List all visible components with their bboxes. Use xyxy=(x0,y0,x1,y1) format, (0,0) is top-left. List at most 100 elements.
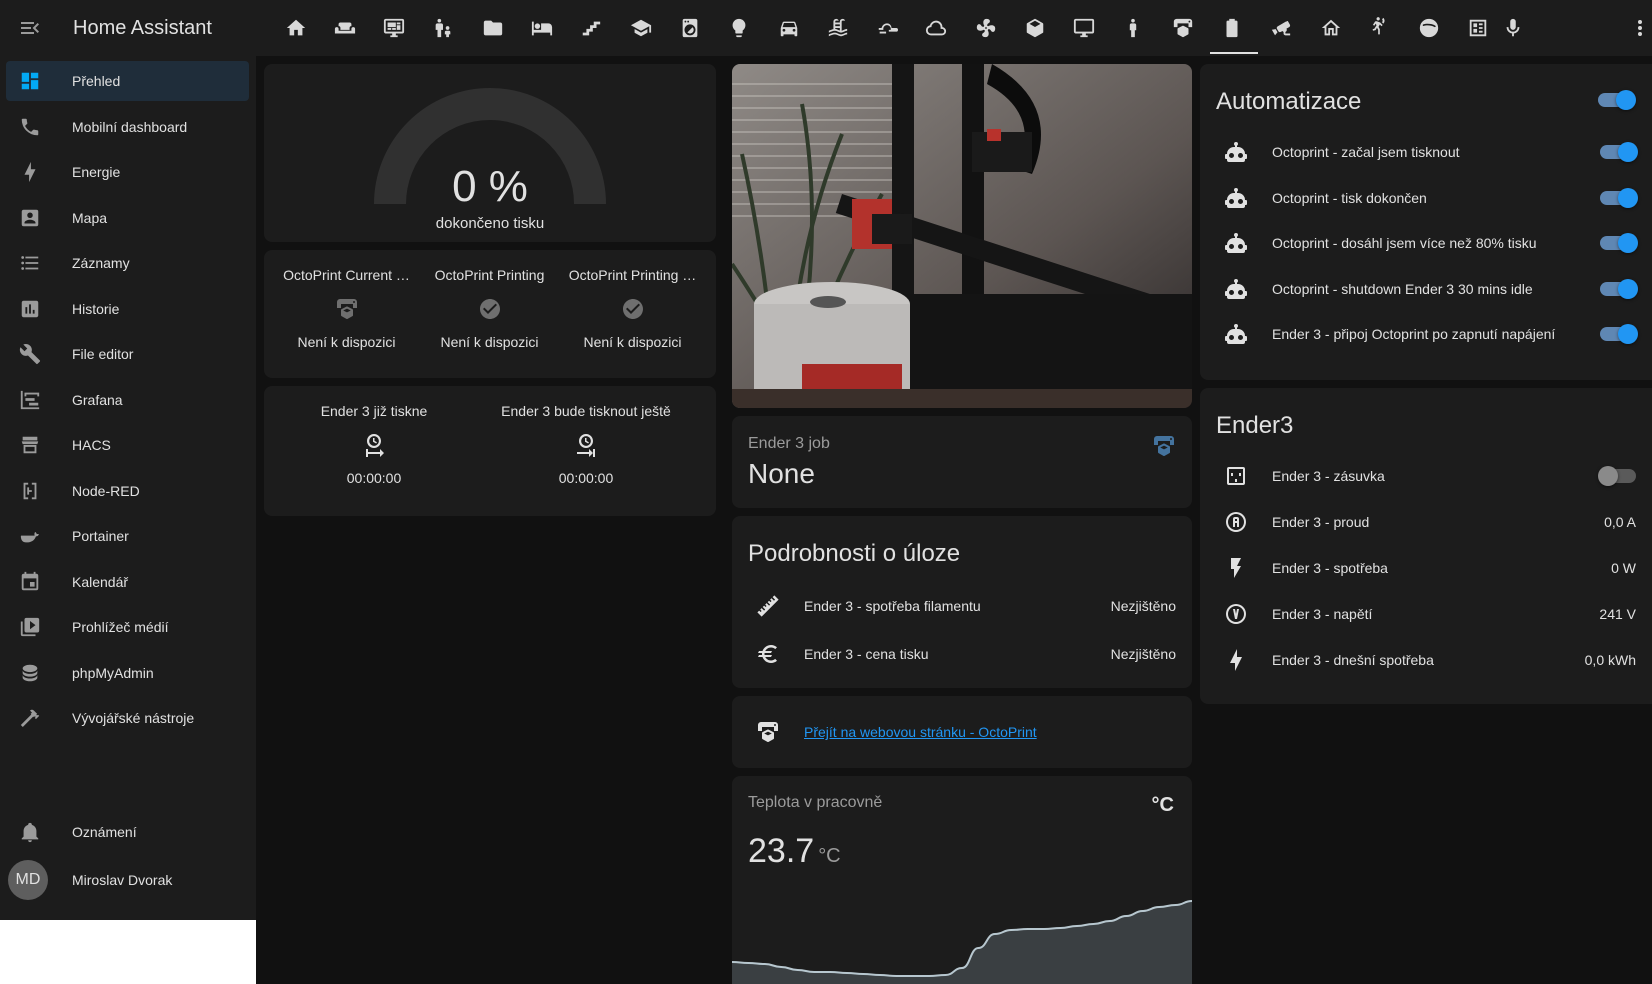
entity-row-power[interactable]: Ender 3 - spotřeba 0 W xyxy=(1216,548,1636,588)
sidebar-item-mobilni-dashboard[interactable]: Mobilní dashboard xyxy=(6,107,249,147)
glance-item-state: Není k dispozici xyxy=(583,334,682,350)
glance-item-octoprint-printing[interactable]: OctoPrint Printing Není k dispozici xyxy=(418,250,561,350)
cloud-icon[interactable] xyxy=(924,16,948,40)
entity-row-current[interactable]: Ender 3 - proud 0,0 A xyxy=(1216,502,1636,542)
entity-row-power-socket[interactable]: Ender 3 - zásuvka xyxy=(1216,456,1636,496)
stairs-icon[interactable] xyxy=(579,16,603,40)
human-male-child-icon[interactable] xyxy=(431,16,455,40)
automation-toggle[interactable] xyxy=(1600,233,1638,253)
sofa-icon[interactable] xyxy=(333,16,357,40)
sensor-unit: °C xyxy=(818,845,841,867)
sidebar-item-vyvojarske-nastroje[interactable]: Vývojářské nástroje xyxy=(6,698,249,738)
menu-icon[interactable] xyxy=(18,16,42,40)
automation-toggle[interactable] xyxy=(1600,324,1638,344)
washing-machine-icon[interactable] xyxy=(678,16,702,40)
printer-3d-icon[interactable] xyxy=(1171,16,1195,40)
human-icon[interactable] xyxy=(1121,16,1145,40)
automation-row[interactable]: Octoprint - začal jsem tisknout xyxy=(1216,132,1638,172)
microphone-icon[interactable] xyxy=(1501,16,1525,40)
sidebar-item-grafana[interactable]: Grafana xyxy=(6,380,249,420)
robot-icon xyxy=(1216,132,1256,172)
job-entity-card[interactable]: Ender 3 job None xyxy=(732,416,1192,508)
automation-row[interactable]: Octoprint - tisk dokončen xyxy=(1216,178,1638,218)
air-conditioner-icon[interactable] xyxy=(974,16,998,40)
gauge-label: dokončeno tisku xyxy=(435,215,545,232)
entity-name: Ender 3 - cena tisku xyxy=(804,646,929,662)
more-vertical-icon[interactable] xyxy=(1628,16,1652,40)
entity-row-voltage[interactable]: Ender 3 - napětí 241 V xyxy=(1216,594,1636,634)
sidebar-item-hacs[interactable]: HACS xyxy=(6,425,249,465)
sidebar-item-historie[interactable]: Historie xyxy=(6,289,249,329)
glance-item-name: Ender 3 bude tisknout ještě xyxy=(501,403,671,419)
printer-3d-icon xyxy=(335,297,359,321)
sidebar-item-label: Prohlížeč médií xyxy=(72,619,169,635)
power-socket-toggle[interactable] xyxy=(1598,466,1636,486)
sidebar-item-file-editor[interactable]: File editor xyxy=(6,334,249,374)
automation-toggle[interactable] xyxy=(1600,142,1638,162)
sidebar-item-phpmyadmin[interactable]: phpMyAdmin xyxy=(6,653,249,693)
sensor-title: Teplota v pracovně xyxy=(748,794,883,811)
sidebar-item-node-red[interactable]: Node-RED xyxy=(6,471,249,511)
octoprint-weblink[interactable]: Přejít na webovou stránku - OctoPrint xyxy=(804,724,1037,740)
printer-camera-card[interactable] xyxy=(732,64,1192,408)
smart-meter-icon[interactable] xyxy=(1466,16,1490,40)
folder-icon[interactable] xyxy=(481,16,505,40)
entity-name: Ender 3 - spotřeba xyxy=(1272,560,1388,576)
sidebar-item-user[interactable]: MD Miroslav Dvorak xyxy=(6,860,249,900)
monitor-dashboard-icon[interactable] xyxy=(382,16,406,40)
cctv-icon[interactable] xyxy=(1269,16,1293,40)
list-icon xyxy=(18,251,42,275)
car-icon[interactable] xyxy=(777,16,801,40)
entity-row-daily-energy[interactable]: Ender 3 - dnešní spotřeba 0,0 kWh xyxy=(1216,640,1636,680)
cube-icon[interactable] xyxy=(1023,16,1047,40)
glance-item-state: Není k dispozici xyxy=(297,334,396,350)
glance-item-octoprint-printing-2[interactable]: OctoPrint Printing … Není k dispozici xyxy=(561,250,704,350)
school-icon[interactable] xyxy=(629,16,653,40)
sidebar-item-mapa[interactable]: Mapa xyxy=(6,198,249,238)
home-roof-icon[interactable] xyxy=(1319,16,1343,40)
card-title: Ender3 xyxy=(1216,412,1294,439)
entity-state: Nezjištěno xyxy=(1110,598,1176,614)
automation-row[interactable]: Ender 3 - připoj Octoprint po zapnutí na… xyxy=(1216,314,1638,354)
sidebar: Home Assistant Přehled Mobilní dashboard… xyxy=(0,0,256,984)
automation-row[interactable]: Octoprint - shutdown Ender 3 30 mins idl… xyxy=(1216,269,1638,309)
automation-toggle[interactable] xyxy=(1600,187,1638,208)
home-icon[interactable] xyxy=(284,16,308,40)
glance-item-octoprint-current[interactable]: OctoPrint Current … Není k dispozici xyxy=(275,250,418,350)
sidebar-item-energie[interactable]: Energie xyxy=(6,152,249,192)
bed-icon[interactable] xyxy=(530,16,554,40)
automation-toggle[interactable] xyxy=(1600,278,1638,299)
sidebar-item-label: Přehled xyxy=(72,73,121,89)
sitemap-icon xyxy=(18,479,42,503)
automations-header-toggle[interactable] xyxy=(1598,90,1636,110)
desk-icon[interactable] xyxy=(1072,16,1096,40)
gauge-value: 0 % xyxy=(452,162,528,211)
spotify-icon[interactable] xyxy=(1417,16,1441,40)
weblink-row[interactable]: Přejít na webovou stránku - OctoPrint xyxy=(748,712,1176,752)
lightbulb-icon[interactable] xyxy=(727,16,751,40)
sidebar-item-prohlizec-medii[interactable]: Prohlížeč médií xyxy=(6,607,249,647)
battery-icon[interactable] xyxy=(1220,16,1244,40)
glance-item-state: 00:00:00 xyxy=(346,470,402,486)
glance-item-print-remaining[interactable]: Ender 3 bude tisknout ještě 00:00:00 xyxy=(486,386,686,486)
entity-name: Ender 3 - připoj Octoprint po zapnutí na… xyxy=(1272,326,1556,342)
printer-3d-icon xyxy=(1152,434,1176,458)
automation-row[interactable]: Octoprint - dosáhl jsem více než 80% tis… xyxy=(1216,223,1638,263)
sidebar-item-oznameni[interactable]: Oznámení xyxy=(6,812,249,852)
sidebar-item-portainer[interactable]: Portainer xyxy=(6,516,249,556)
pool-icon[interactable] xyxy=(826,16,850,40)
motion-sensor-icon[interactable] xyxy=(1368,16,1392,40)
alpha-v-circle-icon xyxy=(1216,594,1256,634)
temperature-sensor-card[interactable]: Teplota v pracovně °C 23.7 °C xyxy=(732,776,1192,984)
glance-item-print-elapsed[interactable]: Ender 3 již tiskne 00:00:00 xyxy=(274,386,474,486)
robot-icon xyxy=(1216,269,1256,309)
view-tabs-toolbar xyxy=(256,0,1652,56)
print-progress-gauge-card[interactable]: 0 % dokončeno tisku xyxy=(264,64,716,242)
entity-row-filament[interactable]: Ender 3 - spotřeba filamentu Nezjištěno xyxy=(748,586,1176,626)
weather-icon[interactable] xyxy=(875,16,899,40)
sidebar-item-prehled[interactable]: Přehled xyxy=(6,61,249,101)
sidebar-item-zaznamy[interactable]: Záznamy xyxy=(6,243,249,283)
sidebar-item-kalendar[interactable]: Kalendář xyxy=(6,562,249,602)
phone-icon xyxy=(18,115,42,139)
entity-row-print-cost[interactable]: Ender 3 - cena tisku Nezjištěno xyxy=(748,634,1176,674)
